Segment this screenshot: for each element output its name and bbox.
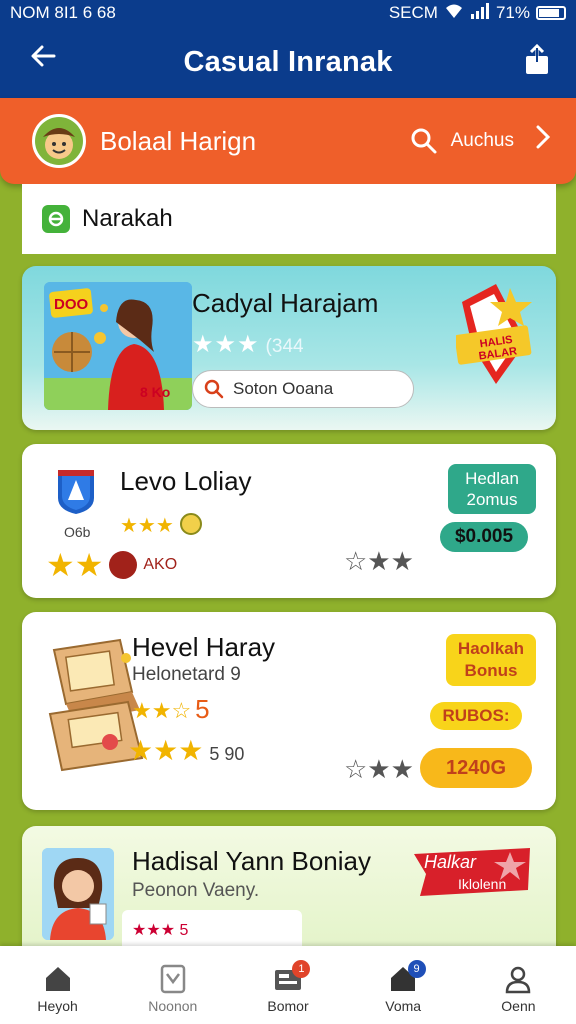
card-search-input[interactable]: Soton Ooana (192, 370, 414, 408)
card-title: Cadyal Harajam (192, 288, 379, 318)
back-arrow-icon[interactable] (28, 40, 58, 80)
bonus-pill: RUBOS: (430, 702, 522, 730)
featured-card[interactable]: DOO 8 Ko Cadyal Harajam ★★★ (344 Soton Oo… (22, 266, 556, 430)
rating-stars-large: ★★ AKO (46, 547, 178, 583)
card-title: Levo Loliay (120, 466, 252, 496)
price-button[interactable]: 1240G (420, 748, 532, 788)
thumbnail-tag: DOO (54, 296, 89, 313)
rating-stars: ★★★ (120, 512, 203, 538)
card-title: Hevel Haray (132, 632, 276, 662)
bonus-tag: Hedlan 2omus (448, 464, 536, 514)
rating-stars: ★★☆ 5 (132, 694, 210, 724)
status-right: SECM (388, 3, 438, 22)
page-title: Casual Inranak (183, 45, 393, 78)
ribbon-text-2: Iklolenn (458, 876, 507, 892)
game-card[interactable]: Hadisal Yann Boniay Peonon Vaeny. ★★★ 5 … (22, 826, 556, 966)
card-subtitle: Helonetard 9 (132, 664, 241, 685)
nav-item-heyoh[interactable]: Heyoh (0, 946, 115, 1024)
notification-badge: 1 (292, 960, 311, 978)
ribbon-badge: Halkar Iklolenn (410, 846, 536, 900)
rating-outline-stars: ☆★★ (344, 546, 414, 576)
game-card[interactable]: O6b Levo Loliay ★★★ ★★ AKO ☆★★ Hedlan 2o… (22, 444, 556, 598)
card-subtitle: Peonon Vaeny. (132, 880, 260, 901)
rating-stars-large: ★★★ 5 90 (128, 735, 245, 766)
banner-title: Bolaal Harign (100, 125, 257, 156)
tablet-icon (160, 964, 186, 994)
share-icon[interactable] (524, 43, 550, 76)
banner: Bolaal Harign Auchus (0, 98, 576, 184)
wifi-icon (444, 3, 464, 24)
shield-icon (54, 466, 98, 516)
chevron-right-icon[interactable] (534, 123, 552, 159)
rating-outline-stars: ☆★★ (344, 754, 414, 784)
rating-count: (344 (265, 336, 304, 357)
card-thumbnail (42, 848, 114, 940)
app-bar: Casual Inranak (0, 26, 576, 98)
avatar[interactable] (32, 114, 86, 168)
profile-icon (506, 966, 531, 994)
home-icon (45, 967, 70, 991)
search-icon (204, 379, 224, 399)
section-icon (42, 205, 70, 233)
nav-item-noonon[interactable]: Noonon (115, 946, 230, 1024)
ribbon-text-1: Halkar (424, 852, 477, 872)
price-button[interactable]: $0.005 (440, 522, 528, 552)
coin-icon (109, 551, 138, 579)
bonus-tag: Haolkah Bonus (446, 634, 536, 686)
status-bar: NOM 8I1 6 68 SECM 71% (0, 0, 576, 26)
nav-item-bomor[interactable]: 1 Bomor (230, 946, 345, 1024)
section-header: Narakah (22, 184, 556, 254)
card-title: Hadisal Yann Boniay (132, 846, 371, 876)
battery-icon (536, 6, 566, 20)
search-placeholder: Soton Ooana (233, 379, 334, 398)
signal-icon (470, 2, 490, 24)
featured-thumbnail: DOO 8 Ko (44, 282, 192, 410)
coin-icon (180, 513, 203, 535)
nav-item-oenn[interactable]: Oenn (461, 946, 576, 1024)
thumbnail-badge: 8 Ko (140, 384, 171, 400)
rating-text: AKO (143, 556, 178, 573)
section-title: Narakah (82, 205, 173, 232)
battery-level: 71% (495, 3, 530, 22)
card-sublabel: O6b (64, 524, 91, 540)
bottom-nav: Heyoh Noonon 1 Bomor 9 Voma Oenn (0, 946, 576, 1024)
nav-item-voma[interactable]: 9 Voma (346, 946, 461, 1024)
rating: ★★★ (344 (192, 330, 304, 359)
game-card[interactable]: Hevel Haray Helonetard 9 ★★☆ 5 ★★★ 5 90 ☆★… (22, 612, 556, 810)
rating-stars: ★★★ (192, 331, 260, 358)
bonus-badge-icon: HALIS BALAR (454, 282, 538, 390)
banner-more-link[interactable]: Auchus (451, 130, 514, 152)
notification-badge: 9 (407, 960, 426, 978)
status-left: NOM 8I1 6 68 (10, 3, 116, 22)
search-icon[interactable] (409, 126, 439, 156)
